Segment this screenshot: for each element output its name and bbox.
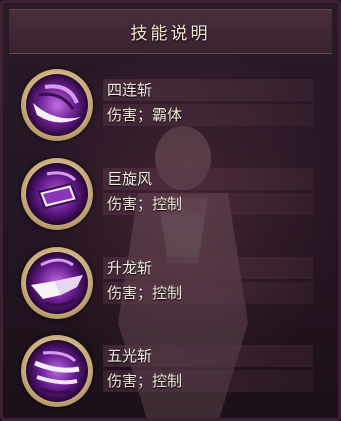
- skill-name: 四连斩: [107, 81, 153, 99]
- skill-row-rising-dragon-slash[interactable]: 升龙斩 伤害；控制: [21, 247, 321, 327]
- panel-header: 技能说明: [9, 9, 332, 54]
- skill-description: 伤害；控制: [107, 284, 183, 302]
- skill-description: 伤害；霸体: [107, 106, 183, 124]
- five-light-slash-skill-icon[interactable]: [21, 335, 93, 407]
- four-slash-skill-icon[interactable]: [21, 69, 93, 141]
- skill-description: 伤害；控制: [107, 195, 183, 213]
- skill-description: 伤害；控制: [107, 372, 183, 390]
- giant-whirlwind-skill-icon[interactable]: [21, 158, 93, 230]
- rising-dragon-slash-skill-icon[interactable]: [21, 247, 93, 319]
- panel-title: 技能说明: [130, 23, 211, 44]
- skill-row-four-slash[interactable]: 四连斩 伤害；霸体: [21, 69, 321, 149]
- skill-row-giant-whirlwind[interactable]: 巨旋风 伤害；控制: [21, 158, 321, 238]
- skill-name: 升龙斩: [107, 259, 153, 277]
- skill-name: 巨旋风: [107, 170, 153, 188]
- skill-row-five-light-slash[interactable]: 五光斩 伤害；控制: [21, 335, 321, 415]
- skill-info-panel: 技能说明 四连斩 伤害；霸体 巨旋风 伤害；控制 升龙斩 伤害；控制 五光斩 伤…: [0, 0, 341, 421]
- skill-name: 五光斩: [107, 347, 153, 365]
